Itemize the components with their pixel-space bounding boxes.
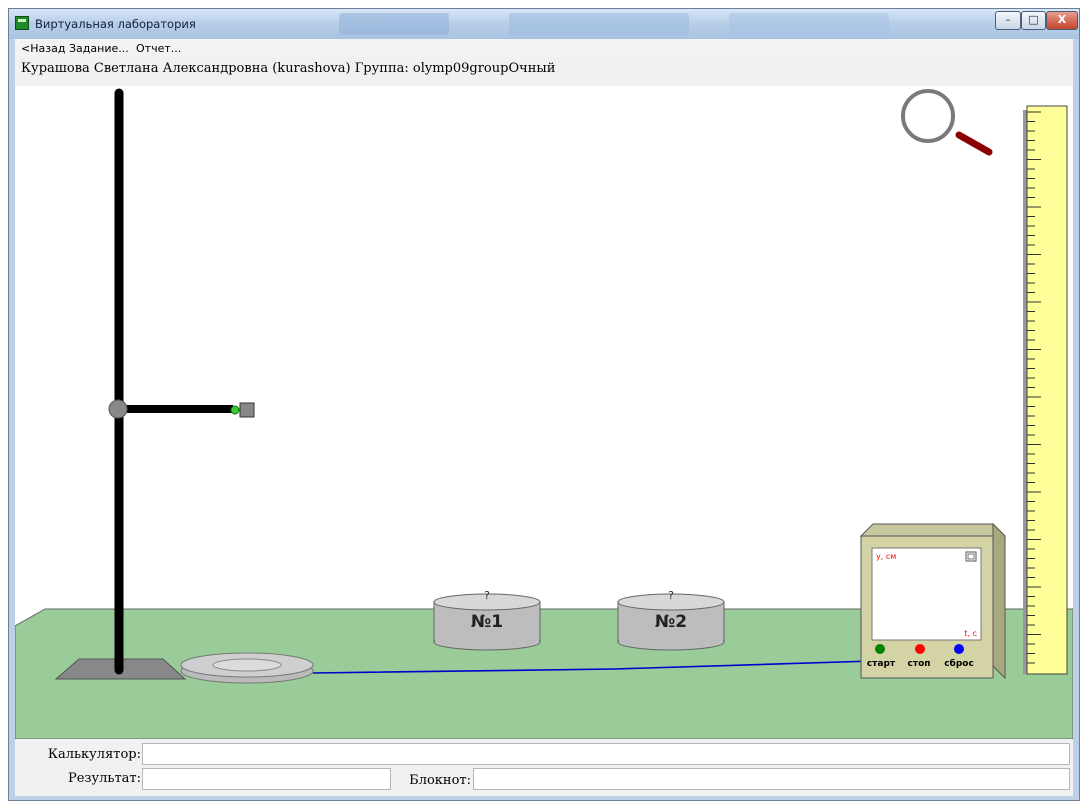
stop-button[interactable] (915, 644, 925, 654)
notepad-label: Блокнот: (409, 773, 471, 788)
calculator-label: Калькулятор: (47, 747, 141, 762)
app-window: Виртуальная лаборатория – □ X <Назад Зад… (8, 8, 1080, 801)
window-title: Виртуальная лаборатория (35, 17, 196, 31)
menu-report[interactable]: Отчет... (136, 42, 181, 55)
minimize-icon: – (1005, 13, 1011, 26)
result-label: Результат: (67, 771, 141, 786)
device-screen (871, 547, 982, 641)
titlebar-decoration (339, 13, 449, 35)
device-t-label: t, c (964, 629, 977, 638)
user-info: Курашова Светлана Александровна (kurasho… (21, 61, 556, 76)
device-y-label: y, см (876, 552, 896, 561)
start-button[interactable] (875, 644, 885, 654)
bottom-panel: Калькулятор: Результат: Блокнот: (15, 739, 1073, 796)
minimize-button[interactable]: – (995, 11, 1021, 30)
cylinder-2[interactable]: ? №2 (617, 589, 725, 651)
sensor-block[interactable] (239, 402, 255, 418)
device-expand-icon[interactable] (965, 551, 977, 562)
close-button[interactable]: X (1046, 11, 1078, 30)
start-label: старт (867, 659, 896, 669)
maximize-icon: □ (1028, 13, 1039, 26)
title-bar[interactable]: Виртуальная лаборатория – □ X (9, 9, 1079, 39)
lab-workspace: ? №1 ? №2 y, см t, c старт стоп сброс (15, 86, 1073, 739)
cylinder-2-label: №2 (655, 612, 687, 632)
cylinder-1-mark: ? (484, 589, 490, 602)
app-icon (15, 16, 29, 30)
release-indicator[interactable] (230, 405, 240, 415)
stop-label: стоп (908, 659, 931, 669)
maximize-button[interactable]: □ (1021, 11, 1046, 30)
menu-bar: <Назад Задание... Отчет... (15, 39, 1073, 57)
stand-clamp[interactable] (108, 399, 128, 419)
client-area: <Назад Задание... Отчет... Курашова Свет… (15, 39, 1073, 796)
reset-label: сброс (944, 658, 974, 669)
titlebar-decoration (729, 13, 889, 35)
titlebar-decoration (509, 13, 689, 35)
measuring-device: y, см t, c старт стоп сброс (859, 522, 1007, 680)
magnifier-icon[interactable] (901, 89, 993, 156)
result-field (142, 768, 391, 790)
menu-back[interactable]: <Назад (21, 42, 65, 55)
ruler[interactable] (1023, 105, 1068, 675)
lab-scene: ? №1 ? №2 y, см t, c старт стоп сброс (15, 88, 1073, 739)
reset-button[interactable] (954, 644, 964, 654)
menu-task[interactable]: Задание... (69, 42, 129, 55)
cylinder-1-label: №1 (471, 612, 503, 632)
calculator-input[interactable] (142, 743, 1070, 765)
notepad-input[interactable] (473, 768, 1070, 790)
cylinder-2-mark: ? (668, 589, 674, 602)
close-icon: X (1057, 13, 1067, 26)
disc-ring (212, 658, 282, 672)
cylinder-1[interactable]: ? №1 (433, 589, 541, 651)
